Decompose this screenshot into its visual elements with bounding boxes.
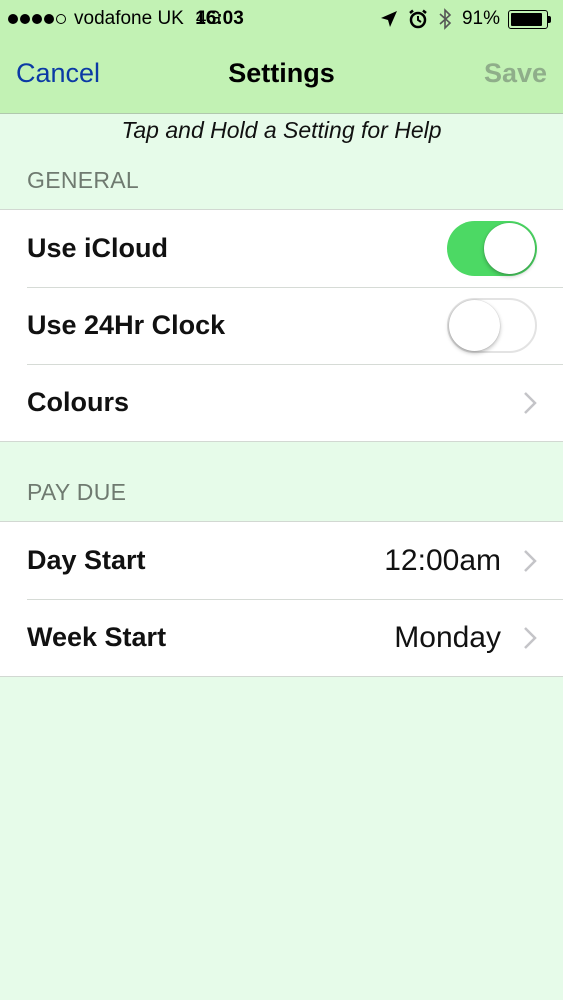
use-icloud-toggle[interactable] bbox=[447, 221, 537, 276]
setting-row-use-icloud[interactable]: Use iCloud bbox=[0, 210, 563, 287]
signal-strength-icon bbox=[8, 14, 68, 24]
status-right: 91% bbox=[370, 8, 551, 30]
use-24hr-clock-toggle[interactable] bbox=[447, 298, 537, 353]
setting-row-week-start[interactable]: Week Start Monday bbox=[0, 599, 563, 676]
setting-row-use-24hr-clock[interactable]: Use 24Hr Clock bbox=[0, 287, 563, 364]
bluetooth-icon bbox=[438, 8, 452, 30]
setting-row-colours[interactable]: Colours bbox=[0, 364, 563, 441]
save-button[interactable]: Save bbox=[484, 58, 547, 89]
battery-percentage: 91% bbox=[461, 8, 500, 29]
section-header-pay-due: PAY DUE bbox=[27, 479, 127, 505]
day-start-value: 12:00am bbox=[384, 543, 501, 577]
battery-level-fill bbox=[511, 12, 542, 26]
status-bar: vodafone UK 4G 16:03 91% bbox=[0, 0, 563, 38]
help-hint: Tap and Hold a Setting for Help bbox=[121, 117, 442, 143]
page-title: Settings bbox=[228, 58, 335, 88]
setting-row-day-start[interactable]: Day Start 12:00am bbox=[0, 522, 563, 599]
toggle-knob bbox=[449, 300, 500, 351]
setting-label: Week Start bbox=[27, 622, 167, 652]
alarm-clock-icon bbox=[408, 9, 428, 29]
toggle-knob bbox=[484, 223, 535, 274]
location-arrow-icon bbox=[380, 10, 398, 28]
status-left: vodafone UK 4G bbox=[8, 8, 231, 30]
carrier-name: vodafone UK bbox=[74, 8, 184, 29]
setting-label: Use iCloud bbox=[27, 233, 169, 263]
chevron-right-icon bbox=[523, 626, 537, 650]
setting-label: Day Start bbox=[27, 545, 146, 575]
network-type: 4G bbox=[195, 8, 222, 29]
chevron-right-icon bbox=[523, 391, 537, 415]
general-settings-group: Use iCloud Use 24Hr Clock Colours bbox=[0, 209, 563, 442]
section-header-general: GENERAL bbox=[27, 167, 140, 193]
chevron-right-icon bbox=[523, 549, 537, 573]
battery-icon bbox=[508, 9, 551, 29]
pay-due-settings-group: Day Start 12:00am Week Start Monday bbox=[0, 521, 563, 677]
navigation-bar: Cancel Settings Save bbox=[0, 38, 563, 114]
setting-label: Use 24Hr Clock bbox=[27, 310, 226, 340]
week-start-value: Monday bbox=[394, 620, 501, 654]
setting-label: Colours bbox=[27, 387, 130, 417]
